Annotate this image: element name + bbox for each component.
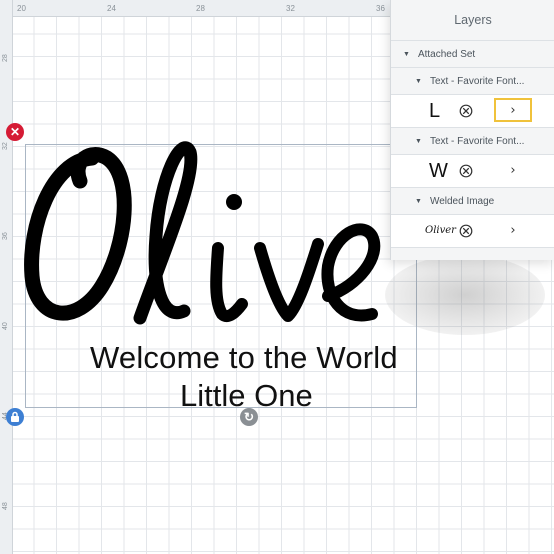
ruler-label: 28 xyxy=(2,54,9,62)
layer-group-row[interactable]: ▼ Welded Image xyxy=(391,188,554,215)
ruler-label: 36 xyxy=(376,4,385,13)
triangle-down-icon[interactable]: ▼ xyxy=(415,138,422,145)
ruler-label: 28 xyxy=(196,4,205,13)
rotate-icon: ↻ xyxy=(243,410,255,424)
triangle-down-icon[interactable]: ▼ xyxy=(403,51,410,58)
ruler-label: 24 xyxy=(107,4,116,13)
triangle-down-icon[interactable]: ▼ xyxy=(415,78,422,85)
delete-handle[interactable]: ✕ xyxy=(6,123,24,141)
ruler-label: 20 xyxy=(17,4,26,13)
layer-thumbnail: Oliver xyxy=(425,225,456,236)
chevron-right-icon: › xyxy=(510,102,516,118)
layer-group-label: Text - Favorite Font... xyxy=(429,75,525,87)
layer-group-row[interactable]: ▼ Text - Favorite Font... xyxy=(391,68,554,95)
lock-handle[interactable] xyxy=(6,408,24,426)
layer-details-button[interactable]: › xyxy=(494,98,532,122)
welcome-text[interactable]: Welcome to the World xyxy=(90,340,398,376)
hide-button[interactable] xyxy=(458,163,474,179)
panel-title: Layers xyxy=(391,0,554,41)
layer-group-label: Welded Image xyxy=(429,195,495,207)
rotate-handle[interactable]: ↻ xyxy=(240,408,258,426)
layer-thumbnail: L xyxy=(429,100,441,122)
hide-icon xyxy=(459,224,473,238)
attached-set-row[interactable]: ▼ Attached Set xyxy=(391,41,554,68)
layer-details-button[interactable]: › xyxy=(494,218,532,242)
triangle-down-icon[interactable]: ▼ xyxy=(415,198,422,205)
left-ruler: 28 32 36 40 44 48 xyxy=(0,0,13,554)
hide-icon xyxy=(459,164,473,178)
layer-thumbnail: W xyxy=(429,160,448,182)
ruler-label: 40 xyxy=(2,322,9,330)
attached-set-label: Attached Set xyxy=(417,48,476,60)
layer-group-row[interactable]: ▼ Text - Favorite Font... xyxy=(391,128,554,155)
olive-script-text[interactable] xyxy=(22,136,392,336)
ruler-label: 36 xyxy=(2,232,9,240)
ruler-label: 48 xyxy=(2,502,9,510)
close-icon: ✕ xyxy=(9,125,21,139)
layer-details-button[interactable]: › xyxy=(494,158,532,182)
chevron-right-icon: › xyxy=(510,222,516,238)
layer-group-label: Text - Favorite Font... xyxy=(429,135,525,147)
ruler-label: 32 xyxy=(286,4,295,13)
ruler-label: 32 xyxy=(2,142,9,150)
layer-item[interactable]: W › xyxy=(391,155,554,188)
hide-icon xyxy=(459,104,473,118)
layer-item[interactable]: L › xyxy=(391,95,554,128)
hide-button[interactable] xyxy=(458,103,474,119)
drop-shadow xyxy=(385,255,545,335)
hide-button[interactable] xyxy=(458,223,474,239)
chevron-right-icon: › xyxy=(510,162,516,178)
layers-panel: Layers ▼ Attached Set ▼ Text - Favorite … xyxy=(390,0,554,260)
layer-item[interactable]: Oliver › xyxy=(391,215,554,248)
lock-icon xyxy=(11,411,19,422)
